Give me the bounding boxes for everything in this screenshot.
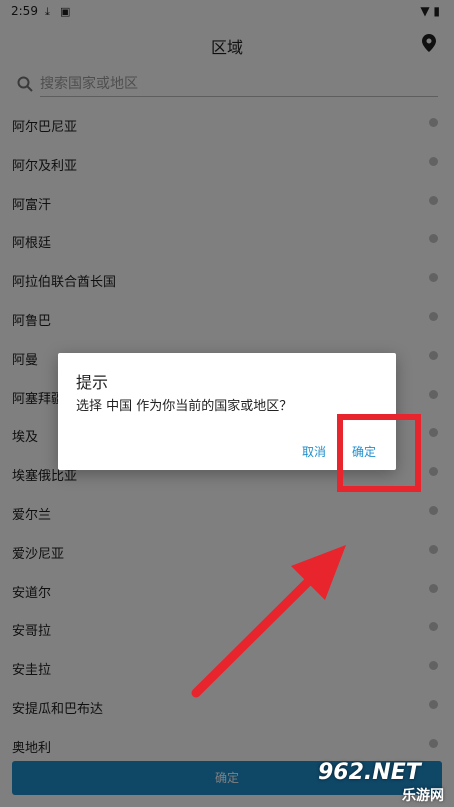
watermark-subtext: 乐游网 <box>402 788 444 804</box>
watermark-text: 962.NET <box>318 760 421 785</box>
watermark-logo: 962.NET 乐游网 <box>318 760 452 804</box>
annotation-arrow <box>191 545 346 698</box>
